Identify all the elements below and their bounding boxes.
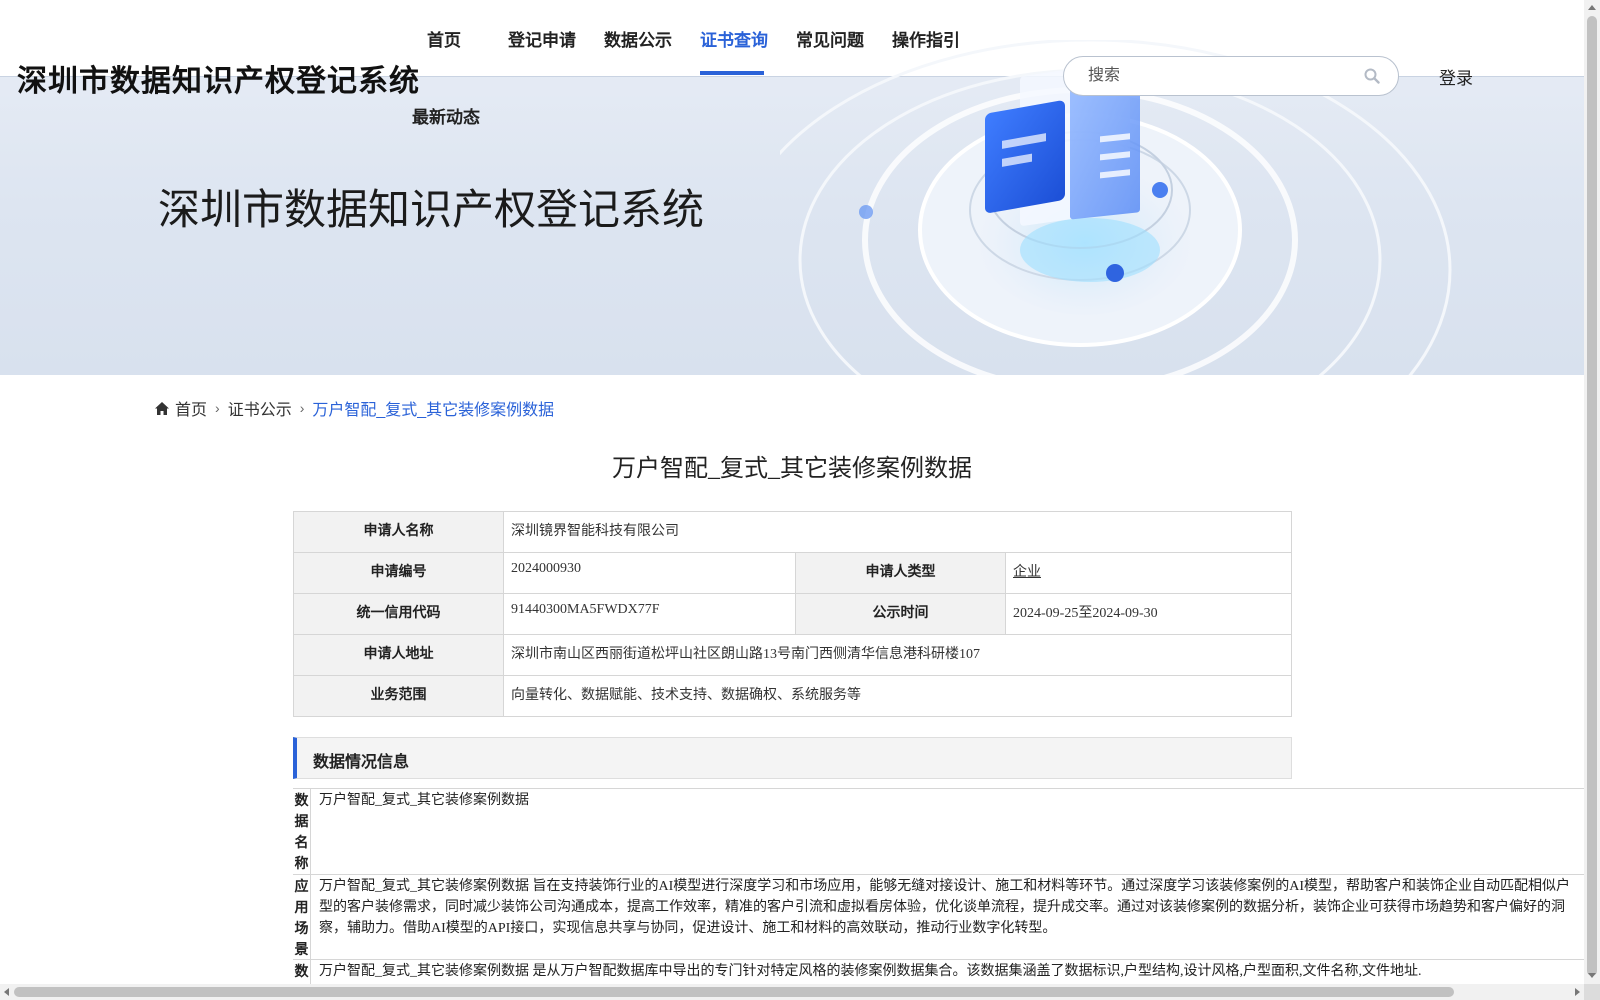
scroll-right-icon[interactable] bbox=[1575, 988, 1580, 996]
publicity-time-label: 公示时间 bbox=[795, 593, 1006, 635]
applicant-name-label: 申请人名称 bbox=[293, 511, 504, 553]
data-info-table: 数据名称 万户智配_复式_其它装修案例数据 应用场景 万户智配_复式_其它装修案… bbox=[293, 788, 1584, 1000]
applicant-info-table: 申请人名称 深圳镜界智能科技有限公司 申请编号 2024000930 申请人类型… bbox=[293, 511, 1292, 717]
data-info-section-header: 数据情况信息 bbox=[293, 737, 1292, 779]
credit-code-value: 91440300MA5FWDX77F bbox=[503, 593, 796, 635]
applicant-name-value: 深圳镜界智能科技有限公司 bbox=[503, 511, 1292, 553]
applicant-address-label: 申请人地址 bbox=[293, 634, 504, 676]
nav-item-faq[interactable]: 常见问题 bbox=[796, 26, 864, 51]
table-row: 申请人名称 深圳镜界智能科技有限公司 bbox=[293, 511, 1292, 553]
table-row: 统一信用代码 91440300MA5FWDX77F 公示时间 2024-09-2… bbox=[293, 593, 1292, 635]
application-scenario-label: 应用场景 bbox=[294, 878, 309, 957]
nav-item-certificate-query[interactable]: 证书查询 bbox=[700, 26, 768, 51]
table-row: 申请人地址 深圳市南山区西丽街道松坪山社区朗山路13号南门西侧清华信息港科研楼1… bbox=[293, 634, 1292, 676]
data-name-label: 数据名称 bbox=[294, 792, 309, 871]
scroll-down-icon[interactable] bbox=[1588, 973, 1596, 978]
scroll-left-icon[interactable] bbox=[4, 988, 9, 996]
breadcrumb-home[interactable]: 首页 bbox=[175, 396, 207, 420]
publicity-time-value: 2024-09-25至2024-09-30 bbox=[1005, 593, 1292, 635]
vertical-scroll-thumb[interactable] bbox=[1587, 16, 1597, 976]
horizontal-scrollbar[interactable] bbox=[0, 984, 1584, 1000]
nav-item-registration[interactable]: 登记申请 bbox=[508, 26, 576, 51]
data-name-value: 万户智配_复式_其它装修案例数据 bbox=[310, 789, 1584, 874]
nav-item-guide[interactable]: 操作指引 bbox=[892, 26, 960, 51]
chevron-right-icon: › bbox=[299, 400, 305, 416]
business-scope-value: 向量转化、数据赋能、技术支持、数据确权、系统服务等 bbox=[503, 675, 1292, 717]
search-box bbox=[1063, 56, 1399, 96]
breadcrumb: 首页 › 证书公示 › 万户智配_复式_其它装修案例数据 bbox=[155, 396, 554, 420]
site-title[interactable]: 深圳市数据知识产权登记系统 bbox=[17, 56, 420, 100]
credit-code-label: 统一信用代码 bbox=[293, 593, 504, 635]
application-scenario-value: 万户智配_复式_其它装修案例数据 旨在支持装饰行业的AI模型进行深度学习和市场应… bbox=[310, 875, 1584, 959]
nav-item-data-publicity[interactable]: 数据公示 bbox=[604, 26, 672, 51]
horizontal-scroll-thumb[interactable] bbox=[14, 987, 1454, 997]
table-row: 业务范围 向量转化、数据赋能、技术支持、数据确权、系统服务等 bbox=[293, 675, 1292, 717]
scroll-up-icon[interactable] bbox=[1588, 5, 1596, 10]
nav-item-news[interactable]: 最新动态 bbox=[412, 103, 480, 128]
table-row: 应用场景 万户智配_复式_其它装修案例数据 旨在支持装饰行业的AI模型进行深度学… bbox=[293, 874, 1584, 959]
vertical-scrollbar[interactable] bbox=[1584, 0, 1600, 1000]
nav-item-home[interactable]: 首页 bbox=[427, 26, 461, 51]
breadcrumb-current[interactable]: 万户智配_复式_其它装修案例数据 bbox=[312, 396, 554, 420]
application-number-label: 申请编号 bbox=[293, 552, 504, 594]
application-number-value: 2024000930 bbox=[503, 552, 796, 594]
table-row: 数据名称 万户智配_复式_其它装修案例数据 bbox=[293, 788, 1584, 874]
login-link[interactable]: 登录 bbox=[1439, 64, 1473, 89]
home-icon bbox=[155, 401, 169, 415]
applicant-type-label: 申请人类型 bbox=[795, 552, 1006, 594]
scrollbar-corner bbox=[1584, 984, 1600, 1000]
business-scope-label: 业务范围 bbox=[293, 675, 504, 717]
breadcrumb-certificate-publicity[interactable]: 证书公示 bbox=[228, 396, 292, 420]
search-input[interactable] bbox=[1088, 64, 1348, 88]
hero-title: 深圳市数据知识产权登记系统 bbox=[158, 188, 705, 234]
chevron-right-icon: › bbox=[215, 400, 220, 416]
search-icon[interactable] bbox=[1364, 68, 1380, 84]
page-title: 万户智配_复式_其它装修案例数据 bbox=[612, 456, 972, 482]
active-nav-indicator bbox=[700, 71, 764, 75]
applicant-type-value[interactable]: 企业 bbox=[1005, 552, 1292, 594]
table-row: 申请编号 2024000930 申请人类型 企业 bbox=[293, 552, 1292, 594]
applicant-address-value: 深圳市南山区西丽街道松坪山社区朗山路13号南门西侧清华信息港科研楼107 bbox=[503, 634, 1292, 676]
